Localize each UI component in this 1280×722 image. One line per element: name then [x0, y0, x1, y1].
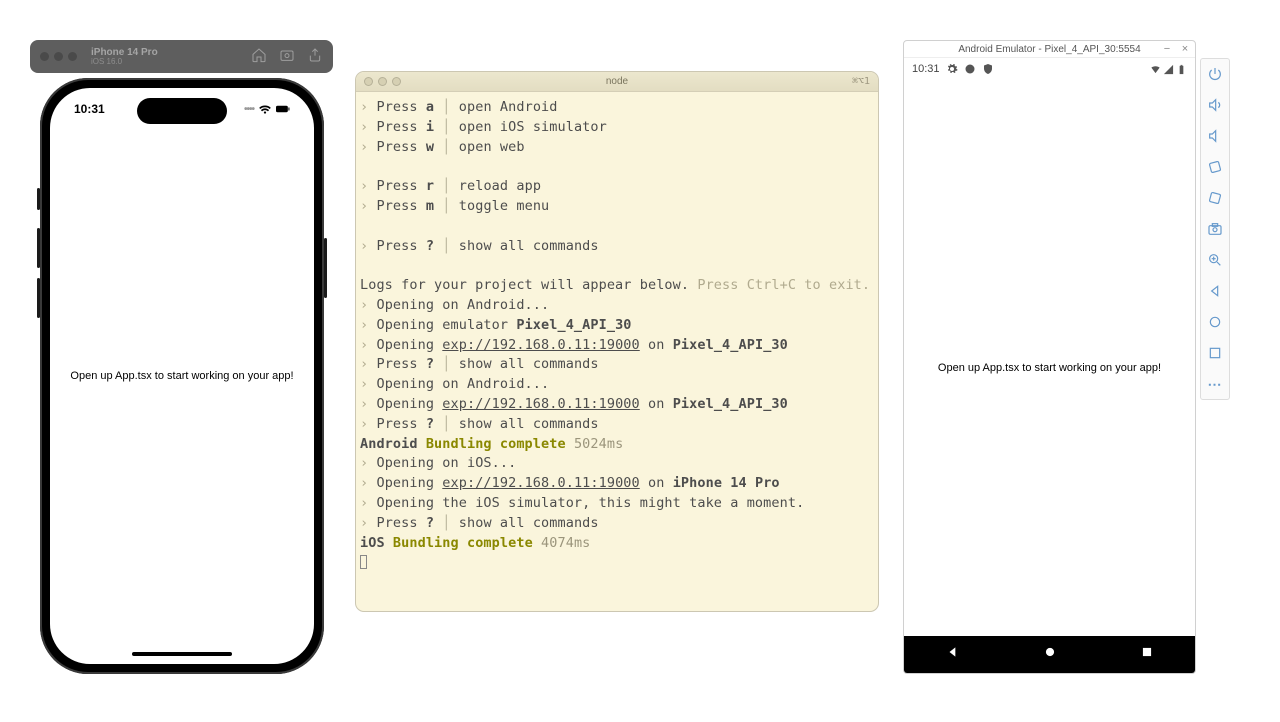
- android-screen[interactable]: 10:31 Open up App.tsx to start working o…: [904, 58, 1195, 673]
- zoom-icon[interactable]: [1206, 251, 1224, 269]
- home-button[interactable]: [1043, 645, 1057, 664]
- emulator-title: Android Emulator - Pixel_4_API_30:5554: [904, 41, 1195, 58]
- wifi-icon: [1150, 64, 1161, 75]
- terminal-title: node: [356, 76, 878, 87]
- share-icon[interactable]: [307, 47, 323, 66]
- iphone-simulator: 10:31 •••• Open up App.tsx to start work…: [40, 78, 324, 674]
- camera-icon[interactable]: [1206, 220, 1224, 238]
- mute-switch[interactable]: [37, 188, 40, 210]
- ios-simulator-titlebar: iPhone 14 Pro iOS 16.0: [30, 40, 333, 73]
- rotate-right-icon[interactable]: [1206, 189, 1224, 207]
- more-icon[interactable]: ⋯: [1206, 375, 1224, 393]
- rotate-left-icon[interactable]: [1206, 158, 1224, 176]
- terminal-window: node ⌘⌥1 › Press a │ open Android › Pres…: [355, 71, 879, 612]
- volume-down-icon[interactable]: [1206, 127, 1224, 145]
- volume-up-icon[interactable]: [1206, 96, 1224, 114]
- back-button[interactable]: [946, 645, 960, 664]
- iphone-screen[interactable]: 10:31 •••• Open up App.tsx to start work…: [50, 88, 314, 664]
- simulator-os-version: iOS 16.0: [91, 58, 158, 67]
- home-icon[interactable]: [251, 47, 267, 66]
- cellular-icon: ••••: [244, 104, 254, 115]
- cellular-icon: [1163, 64, 1174, 75]
- simulator-device-name: iPhone 14 Pro: [91, 47, 158, 58]
- minimize-dot[interactable]: [54, 52, 63, 61]
- home-icon[interactable]: [1206, 313, 1224, 331]
- app-message: Open up App.tsx to start working on your…: [50, 370, 314, 382]
- zoom-dot[interactable]: [68, 52, 77, 61]
- close-icon[interactable]: ×: [1178, 42, 1192, 56]
- status-time: 10:31: [74, 102, 105, 116]
- android-debug-icon: [964, 63, 976, 75]
- traffic-lights[interactable]: [40, 52, 77, 61]
- terminal-titlebar: node ⌘⌥1: [356, 72, 878, 92]
- close-dot[interactable]: [40, 52, 49, 61]
- shield-icon: [982, 63, 994, 75]
- android-emulator-window: Android Emulator - Pixel_4_API_30:5554 −…: [903, 40, 1196, 674]
- status-time: 10:31: [912, 63, 940, 75]
- home-indicator[interactable]: [132, 652, 232, 656]
- volume-up-button[interactable]: [37, 228, 40, 268]
- volume-down-button[interactable]: [37, 278, 40, 318]
- android-status-bar: 10:31: [904, 58, 1195, 80]
- minimize-icon[interactable]: −: [1160, 42, 1174, 56]
- power-icon[interactable]: [1206, 65, 1224, 83]
- emulator-toolbar: ⋯: [1200, 58, 1230, 400]
- wifi-icon: [258, 104, 272, 114]
- overview-button[interactable]: [1140, 645, 1154, 664]
- gear-icon: [946, 63, 958, 75]
- app-message: Open up App.tsx to start working on your…: [904, 362, 1195, 374]
- screenshot-icon[interactable]: [279, 47, 295, 66]
- power-button[interactable]: [324, 238, 327, 298]
- android-nav-bar: [904, 636, 1195, 673]
- status-bar: 10:31 ••••: [50, 102, 314, 116]
- battery-icon: [276, 104, 290, 114]
- overview-icon[interactable]: [1206, 344, 1224, 362]
- terminal-body[interactable]: › Press a │ open Android › Press i │ ope…: [356, 92, 878, 579]
- back-icon[interactable]: [1206, 282, 1224, 300]
- battery-icon: [1176, 64, 1187, 75]
